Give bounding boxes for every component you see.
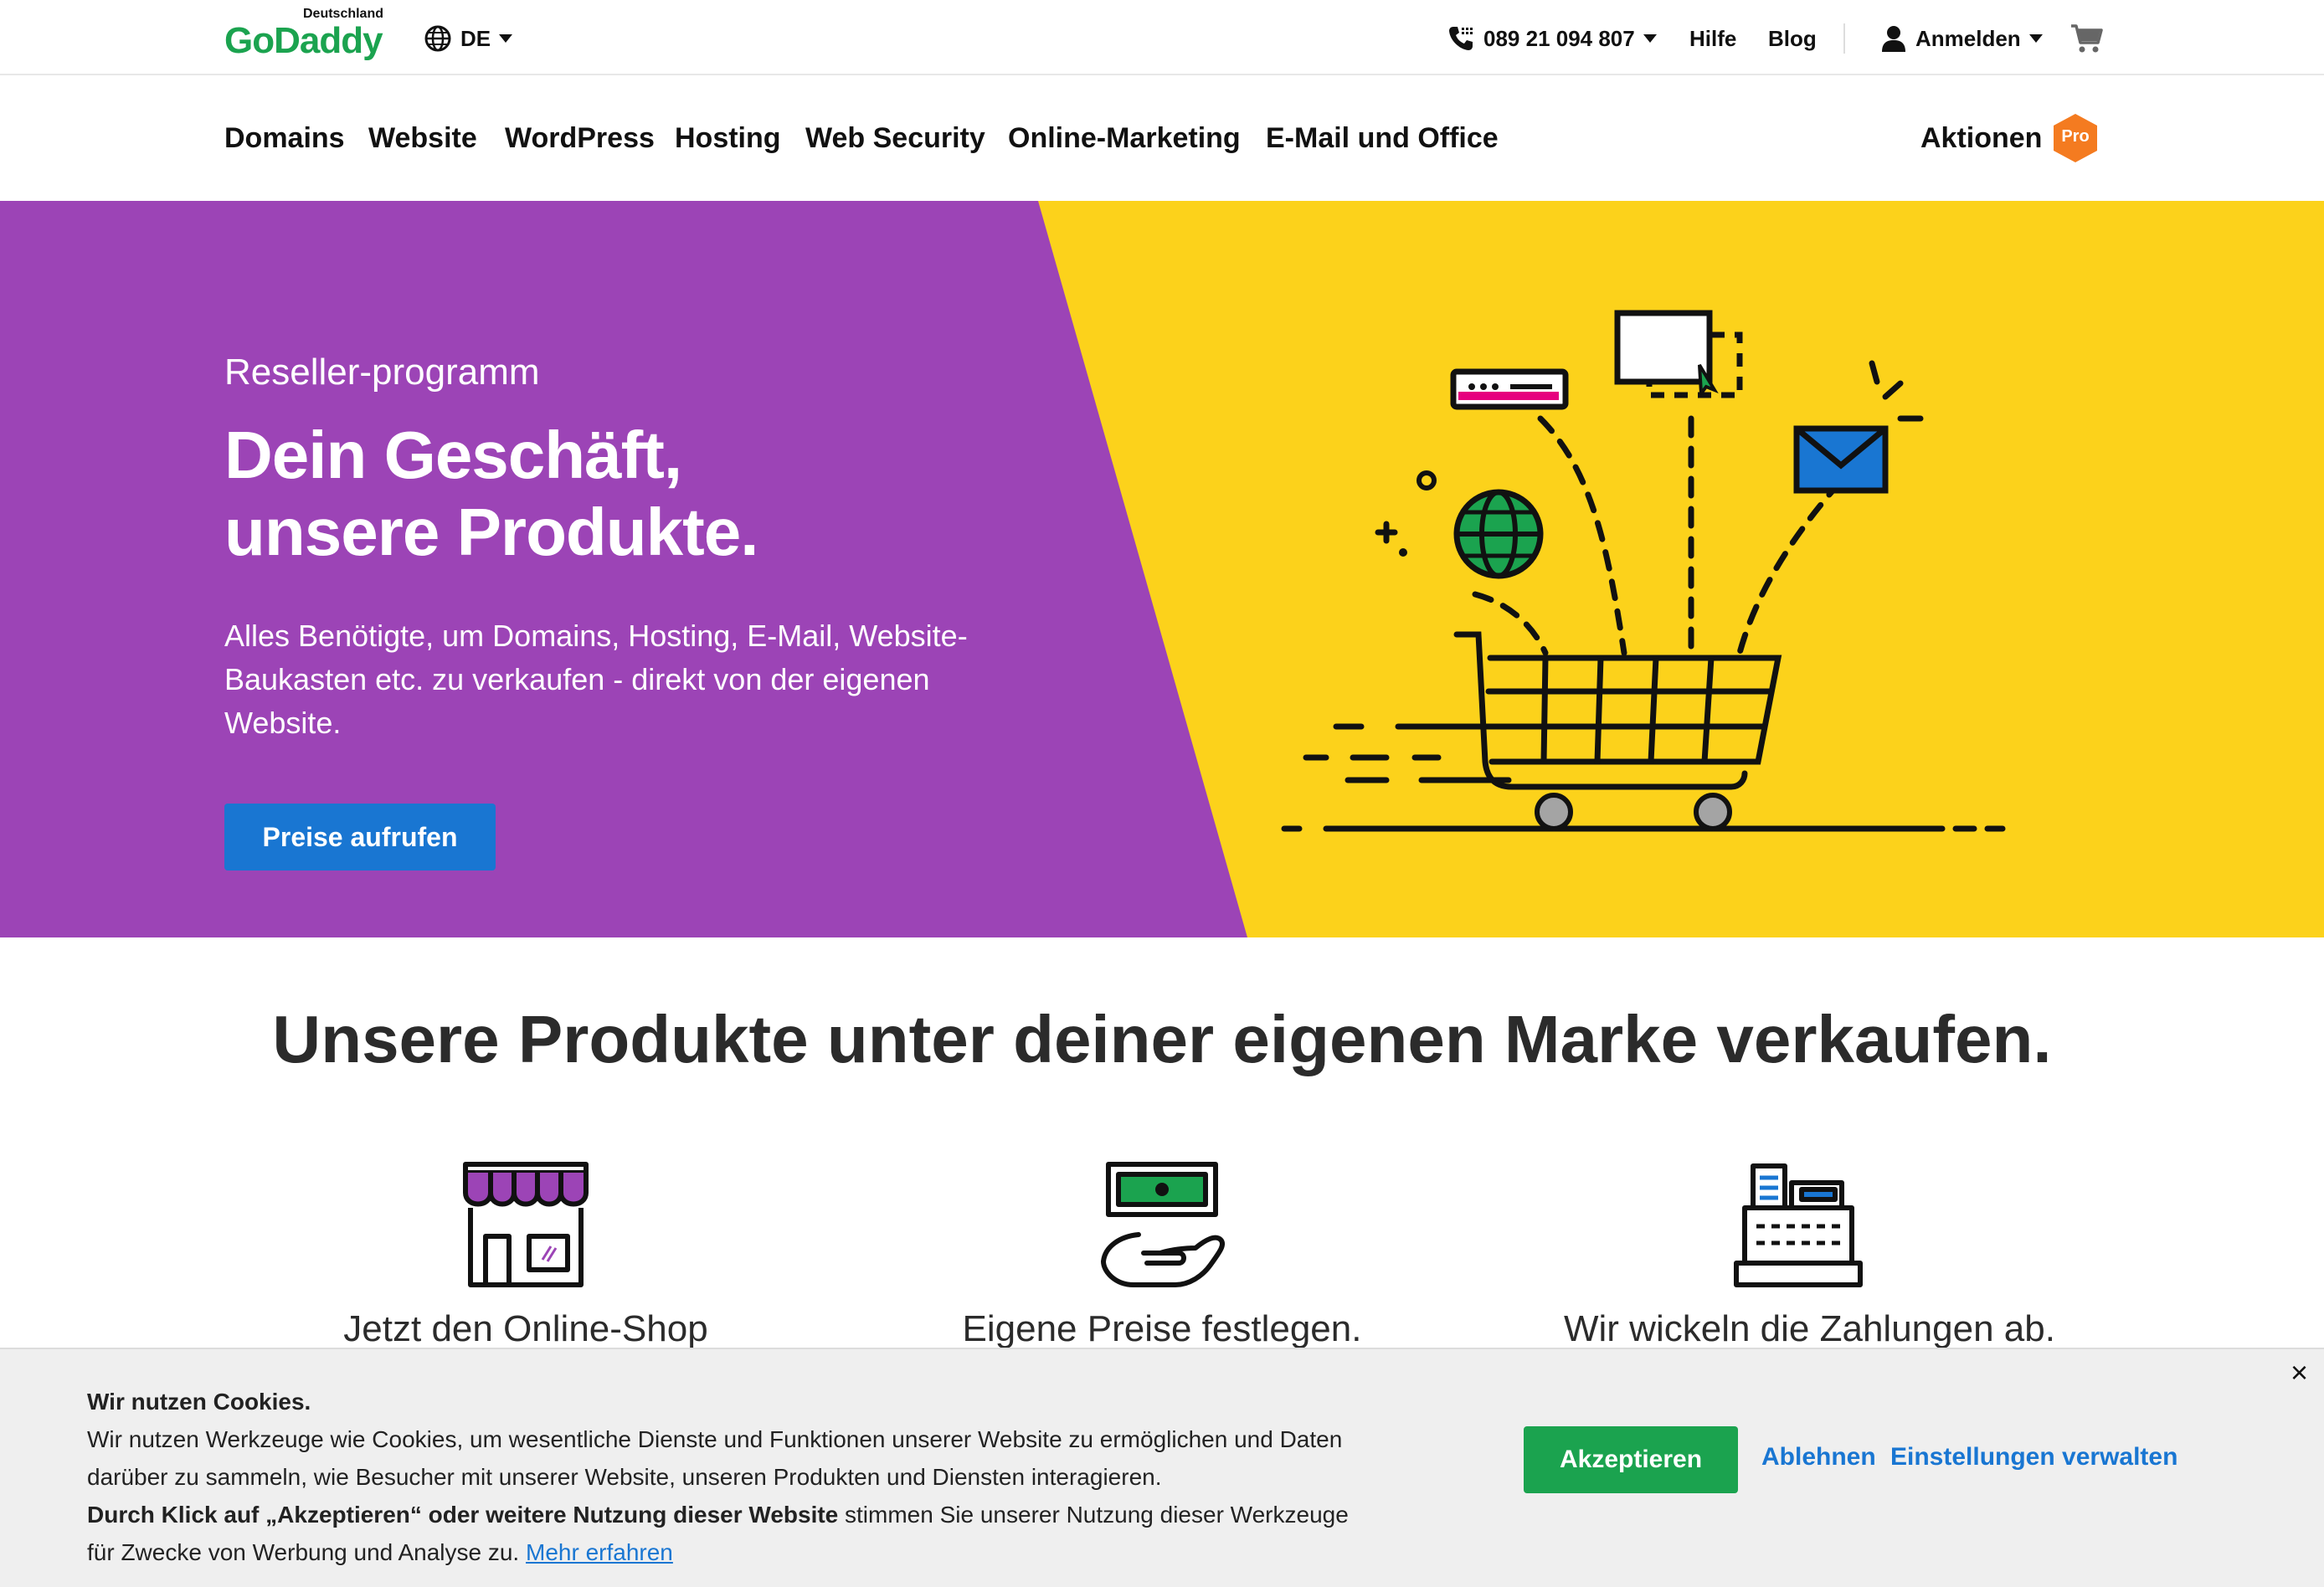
globe-icon — [424, 25, 451, 52]
feature-title: Eigene Preise festlegen. — [962, 1308, 1362, 1349]
godaddy-logo[interactable]: Deutschland GoDaddy — [224, 7, 392, 62]
nav-item-email-office[interactable]: E-Mail und Office — [1266, 122, 1499, 155]
phone-menu[interactable]: 089 21 094 807 — [1447, 22, 1657, 55]
feature-title: Wir wickeln die Zahlungen ab. — [1564, 1308, 2055, 1349]
cash-register-icon — [1734, 1163, 1863, 1287]
decline-cookies-link[interactable]: Ablehnen — [1761, 1443, 1876, 1471]
hero-title-line1: Dein Geschäft, — [224, 418, 682, 492]
pro-badge[interactable]: Pro — [2051, 112, 2100, 164]
cookie-body-1: Wir nutzen Werkzeuge wie Cookies, um wes… — [87, 1426, 1343, 1490]
language-label: DE — [460, 25, 491, 51]
nav-item-website[interactable]: Website — [368, 122, 477, 155]
feature-online-shop: Jetzt den Online-Shop — [291, 1159, 760, 1350]
cart-icon — [2071, 24, 2103, 53]
chevron-down-icon — [2028, 34, 2043, 43]
manage-settings-link[interactable]: Einstellungen verwalten — [1890, 1443, 2177, 1471]
feature-set-prices: Eigene Preise festlegen. — [928, 1159, 1396, 1350]
hero-description: Alles Benötigte, um Domains, Hosting, E-… — [224, 619, 968, 740]
hero-banner: Reseller-programm Dein Geschäft, unsere … — [0, 201, 2324, 937]
cart-button[interactable] — [2069, 22, 2103, 55]
hero-eyebrow: Reseller-programm — [224, 352, 540, 393]
nav-item-domains[interactable]: Domains — [224, 122, 345, 155]
accept-cookies-button[interactable]: Akzeptieren — [1524, 1426, 1738, 1493]
blog-link[interactable]: Blog — [1768, 22, 1817, 55]
logo-wordmark: GoDaddy — [224, 20, 383, 61]
nav-item-wordpress[interactable]: WordPress — [505, 122, 655, 155]
close-icon[interactable]: × — [2291, 1358, 2308, 1388]
money-hand-icon — [1101, 1162, 1226, 1287]
language-selector[interactable]: DE — [424, 22, 513, 55]
shopping-cart-illustration — [1281, 310, 2006, 832]
signin-menu[interactable]: Anmelden — [1880, 22, 2043, 55]
feature-payments: Wir wickeln die Zahlungen ab. — [1564, 1159, 2055, 1350]
user-icon — [1882, 26, 1905, 52]
chevron-down-icon — [499, 34, 513, 43]
cookie-message: Wir nutzen Cookies. Wir nutzen Werkzeuge… — [87, 1383, 1360, 1571]
feature-title: Jetzt den Online-Shop — [343, 1308, 708, 1349]
phone-number: 089 21 094 807 — [1483, 25, 1635, 51]
phone-icon — [1449, 27, 1473, 50]
signin-label: Anmelden — [1915, 25, 2021, 51]
section-title: Unsere Produkte unter deiner eigenen Mar… — [272, 1002, 2052, 1076]
help-link[interactable]: Hilfe — [1689, 22, 1736, 55]
cookie-heading: Wir nutzen Cookies. — [87, 1389, 311, 1415]
nav-item-hosting[interactable]: Hosting — [675, 122, 781, 155]
nav-item-web-security[interactable]: Web Security — [805, 122, 985, 155]
cookie-bold-text: Durch Klick auf „Akzeptieren“ oder weite… — [87, 1502, 839, 1528]
view-prices-button[interactable]: Preise aufrufen — [224, 804, 496, 871]
learn-more-link[interactable]: Mehr erfahren — [526, 1539, 673, 1565]
nav-item-online-marketing[interactable]: Online-Marketing — [1008, 122, 1241, 155]
pro-badge-label: Pro — [2061, 127, 2090, 146]
storefront-icon — [463, 1162, 589, 1287]
hero-title: Dein Geschäft, unsere Produkte. — [224, 417, 759, 571]
main-navigation: Domains Website WordPress Hosting Web Se… — [0, 77, 2324, 201]
nav-item-promotions[interactable]: Aktionen — [1920, 122, 2042, 155]
top-utility-bar: Deutschland GoDaddy DE 089 21 094 807 Hi… — [0, 0, 2324, 75]
hero-title-line2: unsere Produkte. — [224, 495, 759, 569]
chevron-down-icon — [1643, 34, 1657, 43]
divider — [1843, 23, 1845, 54]
